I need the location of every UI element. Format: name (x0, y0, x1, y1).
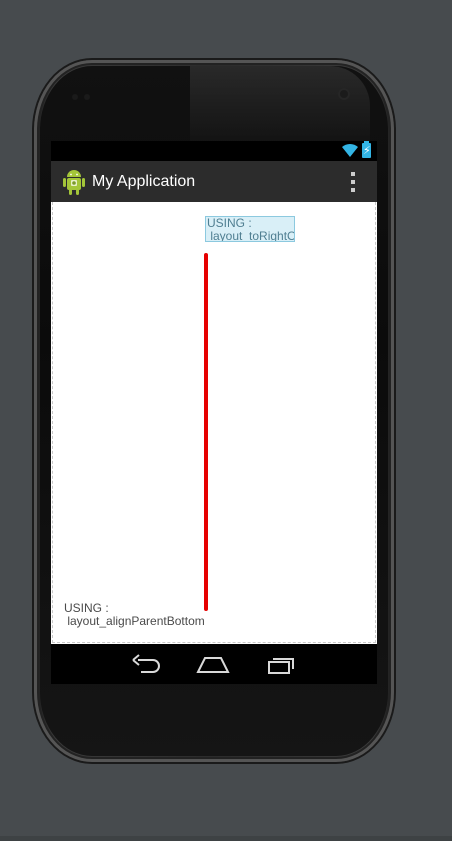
to-right-of-label[interactable]: USING : layout_toRightOf (205, 216, 295, 242)
battery-charging-icon: ⚡ (362, 141, 371, 158)
android-robot-icon[interactable] (62, 168, 86, 196)
device-screen: ⚡ My Application USING : layout_toRightO… (51, 141, 377, 684)
canvas-bottom-strip (0, 836, 452, 841)
layout-bounds (52, 202, 376, 643)
vertical-divider (204, 253, 208, 611)
back-icon[interactable] (129, 652, 163, 676)
sensor-icon (72, 94, 78, 100)
to-right-of-text: USING : layout_toRightOf (207, 216, 295, 242)
overflow-menu-icon[interactable] (346, 171, 360, 193)
app-title: My Application (92, 173, 196, 190)
front-camera-icon (338, 88, 350, 100)
content-area: USING : layout_toRightOf USING : layout_… (51, 202, 377, 644)
sensor-icon (84, 94, 90, 100)
status-bar: ⚡ (51, 141, 377, 161)
align-parent-bottom-text: USING : layout_alignParentBottom (64, 601, 205, 628)
align-parent-bottom-label[interactable]: USING : layout_alignParentBottom (64, 602, 205, 628)
recent-apps-icon[interactable] (265, 652, 299, 676)
action-bar: My Application (51, 161, 377, 202)
home-icon[interactable] (196, 652, 230, 676)
navigation-bar (51, 644, 377, 684)
wifi-icon (342, 143, 358, 157)
